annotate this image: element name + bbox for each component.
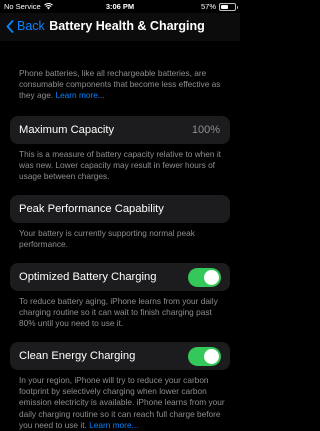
status-right: 57%: [200, 2, 238, 11]
maximum-capacity-value: 100%: [191, 124, 220, 136]
maximum-capacity-footer: This is a measure of battery capacity re…: [19, 149, 221, 182]
intro-description: Phone batteries, like all rechargeable b…: [19, 68, 221, 101]
navigation-bar: Back Battery Health & Charging: [0, 13, 240, 41]
battery-level-fill: [221, 4, 229, 9]
clean-energy-row: Clean Energy Charging: [10, 342, 230, 370]
optimized-charging-footer: To reduce battery aging, iPhone learns f…: [19, 296, 218, 329]
toggle-knob: [204, 349, 219, 364]
peak-performance-row: Peak Performance Capability: [10, 195, 230, 223]
battery-icon: [219, 2, 238, 11]
clean-energy-learn-more-link[interactable]: Learn more...: [89, 420, 138, 430]
optimized-charging-row: Optimized Battery Charging: [10, 263, 230, 291]
maximum-capacity-row: Maximum Capacity 100%: [10, 116, 230, 144]
clean-energy-label: Clean Energy Charging: [19, 350, 136, 362]
status-bar: No Service 3:06 PM 57%: [0, 0, 240, 13]
clean-energy-toggle[interactable]: [188, 347, 221, 366]
battery-percent: 57%: [200, 2, 216, 11]
page-title: Battery Health & Charging: [49, 19, 205, 33]
peak-performance-footer: Your battery is currently supporting nor…: [19, 228, 195, 250]
peak-performance-label: Peak Performance Capability: [19, 203, 164, 215]
maximum-capacity-label: Maximum Capacity: [19, 124, 115, 136]
intro-learn-more-link[interactable]: Learn more...: [55, 90, 104, 100]
optimized-charging-toggle[interactable]: [188, 268, 221, 287]
clean-energy-footer: In your region, iPhone will try to reduc…: [19, 375, 227, 431]
optimized-charging-label: Optimized Battery Charging: [19, 271, 157, 283]
intro-text: Phone batteries, like all rechargeable b…: [19, 68, 227, 102]
toggle-knob: [204, 270, 219, 285]
